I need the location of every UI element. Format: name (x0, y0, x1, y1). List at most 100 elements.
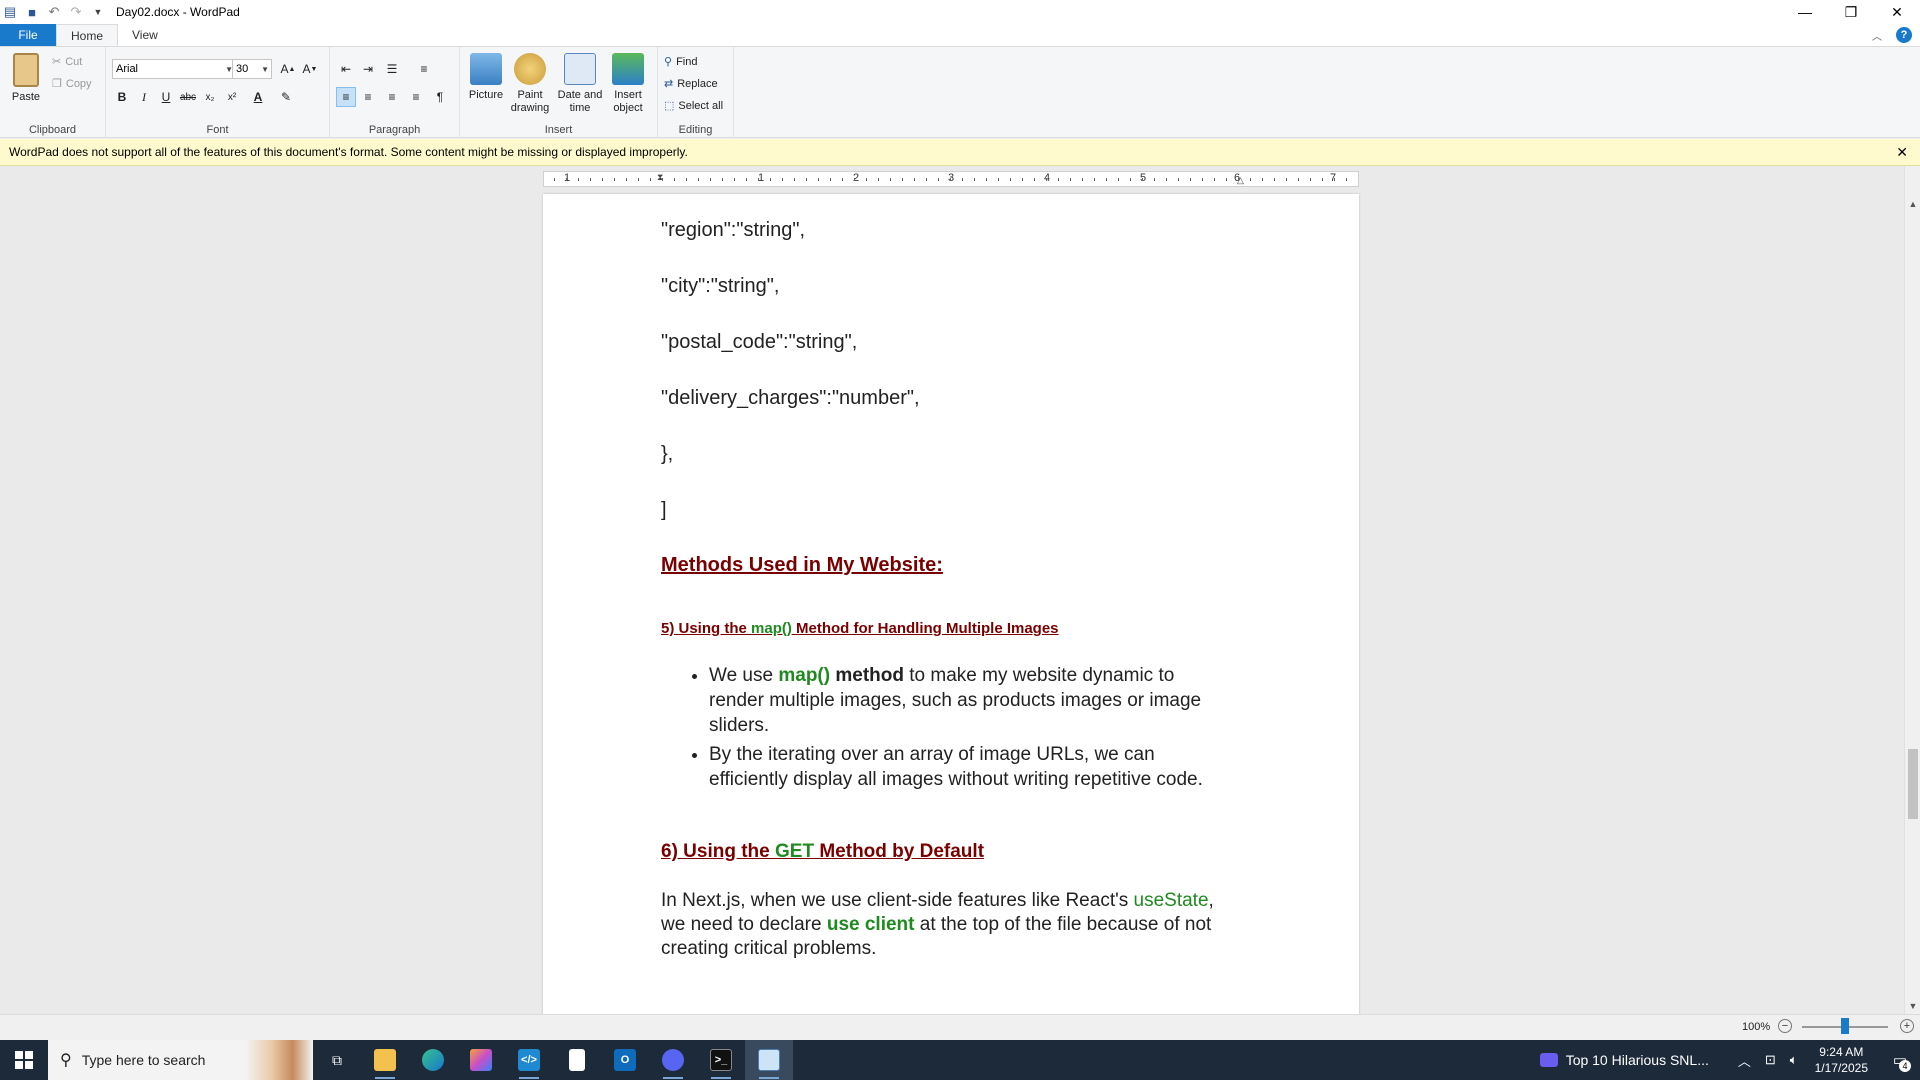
tab-file[interactable]: File (0, 24, 56, 46)
ruler-number: 5 (1140, 172, 1147, 184)
ruler-tick (710, 178, 711, 181)
ruler-tick (866, 178, 867, 181)
taskbar-copilot[interactable] (457, 1040, 505, 1080)
paragraph-settings-button[interactable]: ¶ (430, 87, 450, 107)
align-left-button[interactable]: ≡ (336, 87, 356, 107)
decrease-indent-button[interactable]: ⇤ (336, 59, 356, 79)
save-icon[interactable]: ■ (24, 4, 40, 20)
ruler-tick (1010, 178, 1011, 181)
underline-button[interactable]: U (156, 87, 176, 107)
scroll-thumb[interactable] (1908, 749, 1918, 819)
ruler-tick (1046, 178, 1047, 181)
ruler-number: 4 (1044, 172, 1051, 184)
news-widget[interactable]: Top 10 Hilarious SNL... (1539, 1052, 1709, 1068)
start-button[interactable] (0, 1040, 48, 1080)
ruler-tick (1262, 178, 1263, 181)
document-page[interactable]: "region":"string", "city":"string", "pos… (543, 194, 1359, 1014)
volume-icon[interactable]: 🔈︎ (1790, 1052, 1798, 1068)
system-tray: Top 10 Hilarious SNL... ︿ ⊡ 🔈︎ 9:24 AM 1… (1539, 1040, 1920, 1080)
network-icon[interactable]: ⊡ (1765, 1052, 1776, 1068)
ruler-tick (854, 178, 855, 181)
zoom-out-icon[interactable]: − (1778, 1019, 1792, 1033)
window-title: Day02.docx - WordPad (116, 5, 240, 19)
shrink-font-button[interactable]: A ▼ (300, 59, 320, 79)
taskbar-vscode[interactable]: </> (505, 1040, 553, 1080)
replace-button[interactable]: ⇄ Replace (664, 77, 718, 91)
line-spacing-button[interactable]: ≡ (414, 59, 434, 79)
vscode-icon: </> (518, 1049, 540, 1071)
object-label-line2: object (613, 102, 643, 114)
ruler-tick (1286, 178, 1287, 181)
tab-view[interactable]: View (118, 24, 172, 46)
italic-button[interactable]: I (134, 87, 154, 107)
taskbar-discord[interactable] (649, 1040, 697, 1080)
zoom-slider-thumb[interactable] (1841, 1018, 1849, 1034)
font-family-select[interactable]: Arial ▼ (112, 59, 236, 79)
task-view-button[interactable]: ⧉ (313, 1040, 361, 1080)
font-size-select[interactable]: 30 ▼ (232, 59, 272, 79)
picture-button[interactable]: Picture (464, 53, 508, 102)
notification-center-button[interactable]: ▭ 4 (1880, 1040, 1920, 1080)
taskbar-terminal[interactable]: >_ (697, 1040, 745, 1080)
scroll-down-icon[interactable]: ▼ (1905, 998, 1920, 1014)
ruler-tick (902, 178, 903, 181)
tab-home[interactable]: Home (56, 24, 119, 46)
ruler-tick (962, 178, 963, 181)
copy-button[interactable]: ❐ Copy (52, 77, 92, 91)
insert-object-button[interactable]: Insert object (606, 53, 650, 115)
paste-button[interactable]: Paste (4, 53, 48, 104)
grow-font-button[interactable]: A ▲ (278, 59, 298, 79)
taskbar-file-explorer[interactable] (361, 1040, 409, 1080)
clock[interactable]: 9:24 AM 1/17/2025 (1815, 1044, 1868, 1076)
ruler[interactable]: 1 1 2 3 4 5 6 7 ⧗ △ (543, 171, 1359, 187)
taskbar-edge[interactable] (409, 1040, 457, 1080)
wordpad-app-icon[interactable]: ▤ (2, 4, 18, 20)
align-center-button[interactable]: ≡ (358, 87, 378, 107)
taskbar-search[interactable]: ⚲ Type here to search (48, 1040, 313, 1080)
status-bar: 100% − + (0, 1014, 1920, 1040)
bullets-button[interactable]: ☰ (382, 59, 402, 79)
ruler-tick (1094, 178, 1095, 181)
vertical-scrollbar[interactable]: ▲ ▼ (1904, 166, 1920, 1014)
close-icon[interactable]: ✕ (1896, 144, 1908, 161)
taskbar-wordpad[interactable] (745, 1040, 793, 1080)
window-controls: — ❐ ✕ (1782, 0, 1920, 24)
close-button[interactable]: ✕ (1874, 0, 1920, 24)
paint-drawing-button[interactable]: Paint drawing (508, 53, 552, 115)
ruler-number: 1 (564, 172, 571, 184)
search-icon: ⚲ (60, 1052, 72, 1069)
highlight-color-button[interactable]: ✎ (276, 87, 296, 107)
ruler-tick (878, 178, 879, 181)
undo-icon[interactable]: ↶ (46, 4, 62, 20)
document-area[interactable]: 1 1 2 3 4 5 6 7 ⧗ △ "region":"string", "… (0, 166, 1904, 1014)
date-time-button[interactable]: Date and time (554, 53, 606, 115)
restore-button[interactable]: ❐ (1828, 0, 1874, 24)
ruler-tick (674, 178, 675, 181)
superscript-button[interactable]: x² (222, 87, 242, 107)
find-button[interactable]: ⚲ Find (664, 55, 697, 69)
scroll-up-icon[interactable]: ▲ (1905, 196, 1920, 212)
redo-icon[interactable]: ↷ (68, 4, 84, 20)
ruler-tick (830, 178, 831, 181)
zoom-in-icon[interactable]: + (1900, 1019, 1914, 1033)
subscript-button[interactable]: x₂ (200, 87, 220, 107)
ruler-tick (794, 178, 795, 181)
chevron-up-icon[interactable]: ︿ (1738, 1051, 1751, 1070)
help-icon[interactable]: ? (1896, 27, 1912, 43)
minimize-ribbon-icon[interactable]: ︿ (1872, 28, 1882, 43)
minimize-button[interactable]: — (1782, 0, 1828, 24)
increase-indent-button[interactable]: ⇥ (358, 59, 378, 79)
code-line: "postal_code":"string", (661, 331, 858, 353)
justify-button[interactable]: ≡ (406, 87, 426, 107)
taskbar-notepad[interactable] (553, 1040, 601, 1080)
ruler-tick (746, 178, 747, 181)
text-color-button[interactable]: A (248, 87, 268, 107)
strikethrough-button[interactable]: abc (178, 87, 198, 107)
taskbar-outlook[interactable]: O (601, 1040, 649, 1080)
bold-button[interactable]: B (112, 87, 132, 107)
align-right-button[interactable]: ≡ (382, 87, 402, 107)
select-all-button[interactable]: ⬚ Select all (664, 99, 723, 113)
customize-qat-icon[interactable]: ▼ (90, 4, 106, 20)
code-line: "delivery_charges":"number", (661, 387, 920, 409)
cut-button[interactable]: ✂ Cut (52, 55, 82, 69)
